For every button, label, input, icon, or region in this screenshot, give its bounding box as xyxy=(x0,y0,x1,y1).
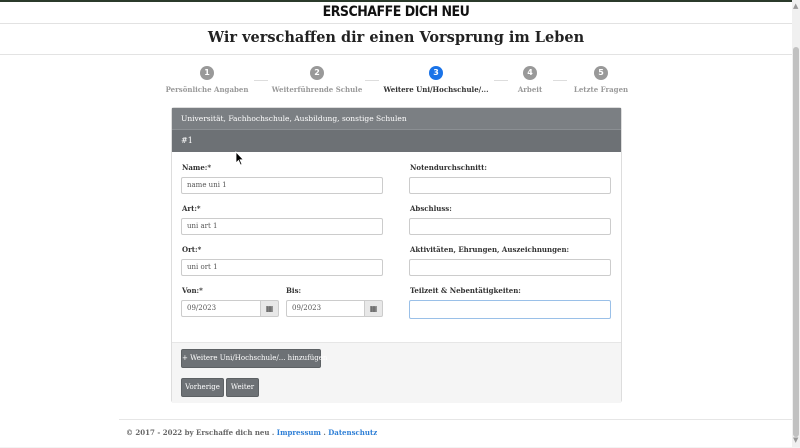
art-label: Art:* xyxy=(182,204,201,213)
abschluss-label: Abschluss: xyxy=(410,204,452,213)
brand-logo[interactable]: ERSCHAFFE DICH NEU xyxy=(0,2,792,24)
step-number: 2 xyxy=(310,66,324,80)
step-number: 4 xyxy=(523,66,537,80)
notendurchschnitt-label: Notendurchschnitt: xyxy=(410,163,487,172)
impressum-link[interactable]: Impressum xyxy=(277,428,321,437)
page-title: Wir verschaffen dir einen Vorsprung im L… xyxy=(0,24,792,55)
previous-button[interactable]: Vorherige xyxy=(181,378,224,397)
ort-label: Ort:* xyxy=(182,245,202,254)
footer-text: © 2017 - 2022 by Erschaffe dich neu . Im… xyxy=(126,428,377,437)
entry-header[interactable]: #1 xyxy=(172,129,621,152)
scroll-up-icon[interactable]: ▲ xyxy=(793,2,798,10)
scroll-thumb[interactable] xyxy=(793,47,799,437)
name-input[interactable]: name uni 1 xyxy=(181,177,383,194)
abschluss-input[interactable] xyxy=(409,218,611,235)
page-footer: © 2017 - 2022 by Erschaffe dich neu . Im… xyxy=(119,419,792,448)
art-input[interactable]: uni art 1 xyxy=(181,218,383,235)
von-input[interactable]: 09/2023 xyxy=(181,300,261,317)
step-1[interactable]: 1 Persönliche Angaben xyxy=(147,66,267,94)
step-number: 1 xyxy=(200,66,214,80)
step-label: Persönliche Angaben xyxy=(165,85,249,94)
footer-separator: . xyxy=(323,428,326,437)
step-label: Weiterführende Schule xyxy=(271,85,363,94)
card-actions: + Weitere Uni/Hochschule/... hinzufügen … xyxy=(172,342,621,403)
bis-label: Bis: xyxy=(286,286,302,295)
teilzeit-input[interactable] xyxy=(409,300,611,319)
von-label: Von:* xyxy=(182,286,203,295)
step-2[interactable]: 2 Weiterführende Schule xyxy=(257,66,377,94)
mouse-cursor-icon xyxy=(235,151,245,166)
step-label: Letzte Fragen xyxy=(573,85,629,94)
aktivitaeten-input[interactable] xyxy=(409,259,611,276)
vertical-scrollbar[interactable]: ▲ ▼ xyxy=(792,0,800,447)
progress-stepper: 1 Persönliche Angaben 2 Weiterführende S… xyxy=(166,66,628,96)
name-label: Name:* xyxy=(182,163,212,172)
ort-input[interactable]: uni ort 1 xyxy=(181,259,383,276)
step-5[interactable]: 5 Letzte Fragen xyxy=(541,66,661,94)
card-title: Universität, Fachhochschule, Ausbildung,… xyxy=(172,108,621,129)
bis-input[interactable]: 09/2023 xyxy=(286,300,365,317)
calendar-icon[interactable]: ▦ xyxy=(261,300,279,317)
add-entry-button[interactable]: + Weitere Uni/Hochschule/... hinzufügen xyxy=(181,349,327,368)
next-button[interactable]: Weiter xyxy=(226,378,259,397)
aktivitaeten-label: Aktivitäten, Ehrungen, Auszeichnungen: xyxy=(410,245,570,254)
copyright-text: © 2017 - 2022 by Erschaffe dich neu . xyxy=(126,428,275,437)
datenschutz-link[interactable]: Datenschutz xyxy=(328,428,377,437)
education-form: Name:* name uni 1 Art:* uni art 1 Ort:* … xyxy=(172,151,621,342)
step-number: 5 xyxy=(594,66,608,80)
scroll-down-icon[interactable]: ▼ xyxy=(793,436,798,444)
step-number: 3 xyxy=(429,66,443,80)
notendurchschnitt-input[interactable] xyxy=(409,177,611,194)
calendar-icon[interactable]: ▦ xyxy=(365,300,383,317)
teilzeit-label: Teilzeit & Nebentätigkeiten: xyxy=(410,286,521,295)
